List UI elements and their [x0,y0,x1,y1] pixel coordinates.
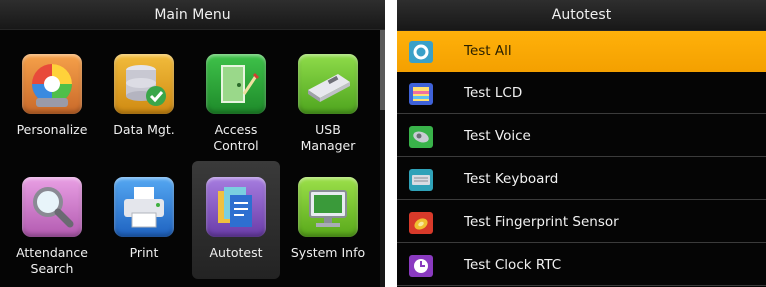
menu-item-print[interactable]: Print [100,161,188,279]
menu-item-system-info[interactable]: System Info [284,161,372,279]
menu-item-autotest[interactable]: Autotest [192,161,280,279]
autotest-item-label: Test Keyboard [464,171,559,187]
monitor-icon [298,177,358,237]
color-wheel-icon [22,54,82,114]
menu-item-attendance-search[interactable]: Attendance Search [8,161,96,279]
menu-item-label: Data Mgt. [113,122,175,137]
autotest-item-test-lcd[interactable]: Test LCD [397,73,766,114]
fingerprint-icon [409,212,433,234]
menu-item-label: Personalize [16,122,88,137]
test-all-icon [409,41,433,63]
autotest-item-label: Test Clock RTC [464,257,562,273]
autotest-item-label: Test All [464,43,512,59]
menu-item-label: Access Control [213,122,259,153]
menu-item-label: Attendance Search [16,245,88,276]
main-menu-screen: Main Menu Personalize Data Mgt. Access C… [0,0,385,287]
autotest-item-label: Test Fingerprint Sensor [464,214,619,230]
autotest-item-test-voice[interactable]: Test Voice [397,116,766,157]
scrollbar-thumb[interactable] [380,30,385,110]
magnifier-icon [22,177,82,237]
menu-item-access-control[interactable]: Access Control [192,38,280,156]
menu-item-label: System Info [290,245,366,260]
menu-item-personalize[interactable]: Personalize [8,38,96,156]
autotest-title: Autotest [397,0,766,31]
database-check-icon [114,54,174,114]
autotest-item-test-clock-rtc[interactable]: Test Clock RTC [397,245,766,286]
menu-item-label: Autotest [209,245,263,260]
autotest-item-label: Test LCD [464,85,523,101]
autotest-item-test-all[interactable]: Test All [397,31,766,72]
lcd-icon [409,83,433,105]
printer-icon [114,177,174,237]
autotest-item-label: Test Voice [464,128,531,144]
usb-drive-icon [298,54,358,114]
keyboard-icon [409,169,433,191]
autotest-item-test-fingerprint-sensor[interactable]: Test Fingerprint Sensor [397,202,766,243]
speaker-icon [409,126,433,148]
autotest-screen: Autotest Test All Test LCD Test Voice Te… [397,0,766,287]
autotest-icon [206,177,266,237]
main-menu-title: Main Menu [0,0,385,30]
menu-item-data-mgt[interactable]: Data Mgt. [100,38,188,156]
menu-item-label: USB Manager [300,122,356,153]
autotest-item-test-keyboard[interactable]: Test Keyboard [397,159,766,200]
menu-item-label: Print [129,245,159,260]
clock-icon [409,255,433,277]
door-icon [206,54,266,114]
menu-item-usb-manager[interactable]: USB Manager [284,38,372,156]
